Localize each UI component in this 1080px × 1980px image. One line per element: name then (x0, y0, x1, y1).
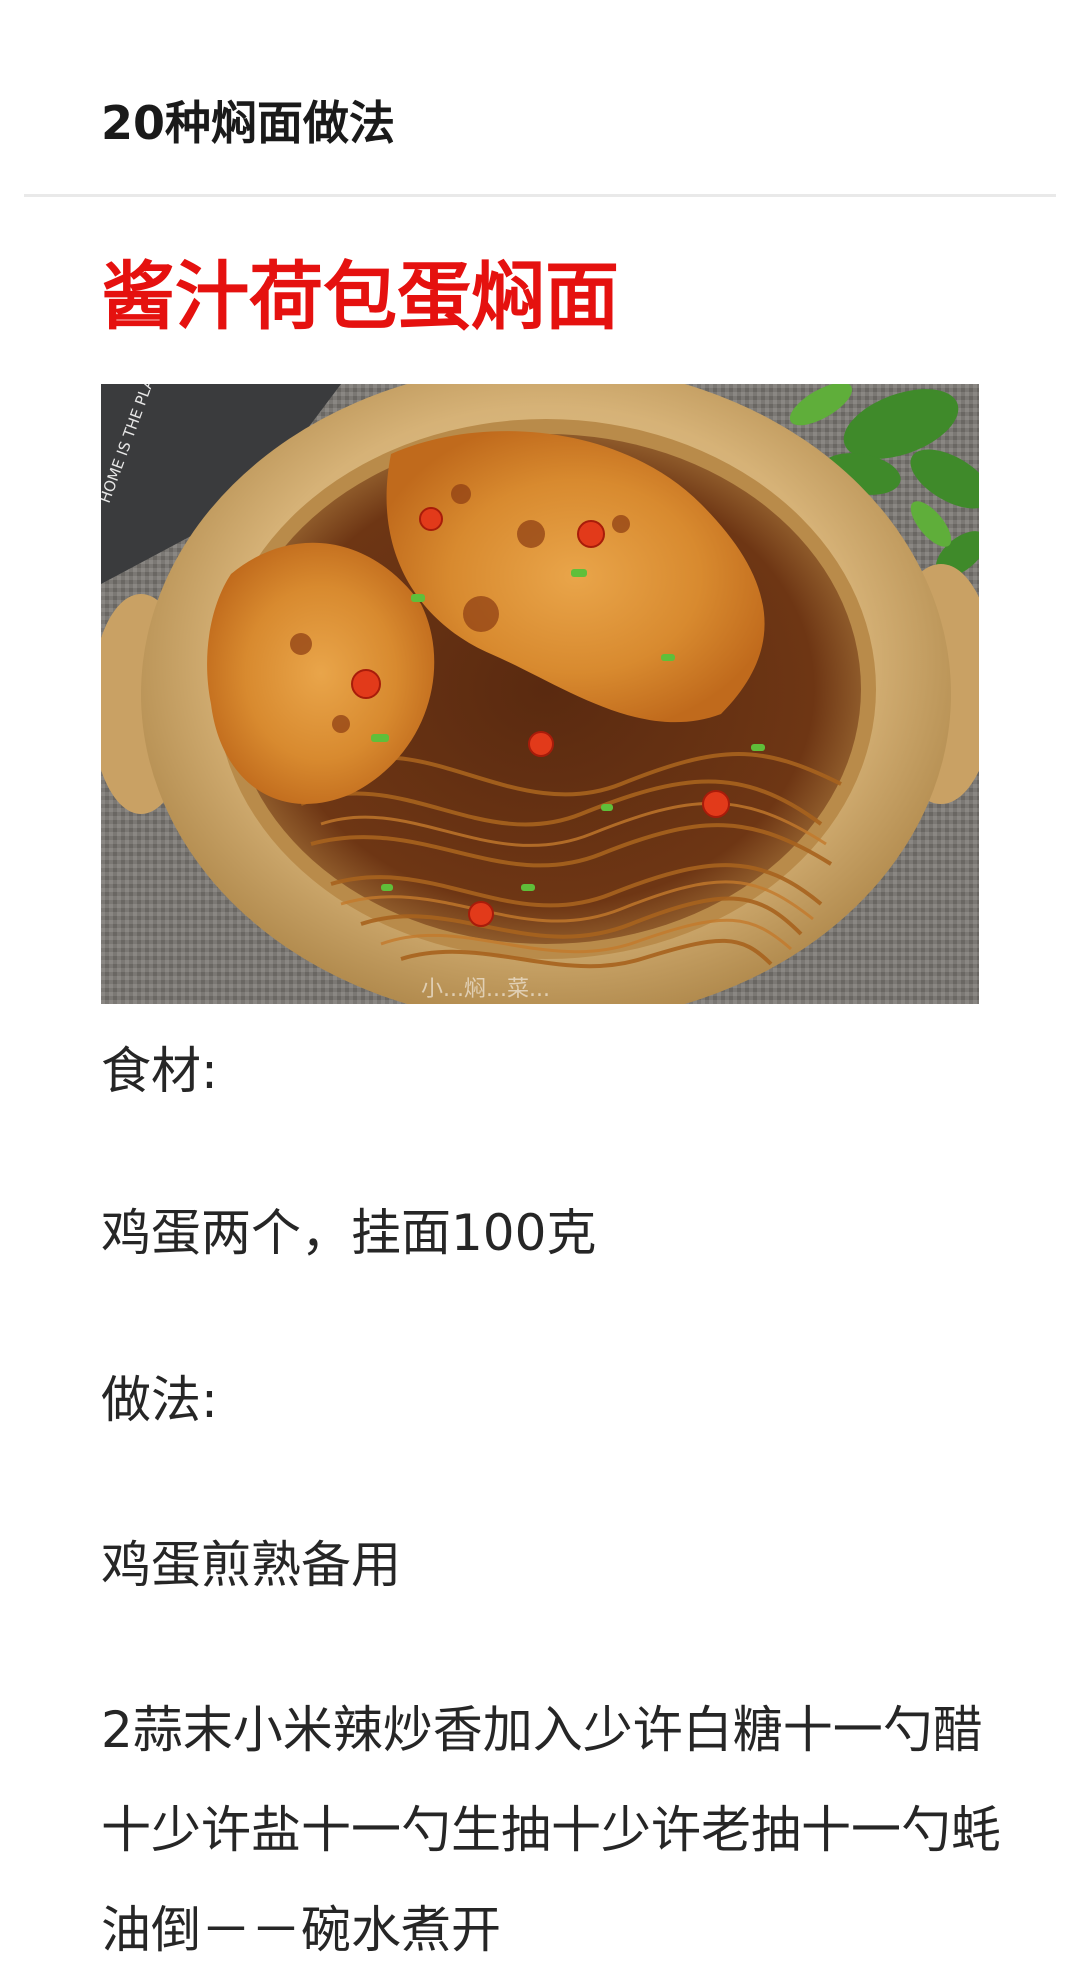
title-divider (24, 194, 1056, 197)
step-1-text: 鸡蛋煎熟备用 (101, 1536, 401, 1594)
step-2-text: 2蒜末小米辣炒香加入少许白糖十一勺醋十少许盐十一勺生抽十少许老抽十一勺蚝油倒－－… (101, 1701, 1001, 1959)
photo-watermark: 小...焖...菜... (421, 977, 550, 1002)
braised-noodle-photo[interactable]: HOME IS THE PLACE OF LOVE Good ... Have … (101, 384, 979, 1004)
ingredients-text: 鸡蛋两个，挂面100克 (101, 1204, 597, 1262)
page-title: 20种焖面做法 (101, 96, 396, 150)
method-label: 做法: (101, 1371, 218, 1429)
recipe-title: 酱汁荷包蛋焖面 (101, 254, 619, 340)
ingredients-label: 食材: (101, 1042, 218, 1100)
